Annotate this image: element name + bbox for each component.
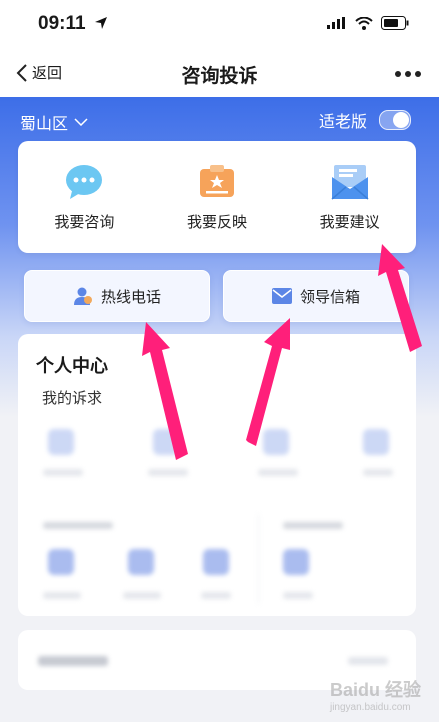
suggest-button[interactable]: 我要建议 bbox=[295, 163, 405, 232]
blurred-text bbox=[258, 469, 298, 476]
report-label: 我要反映 bbox=[186, 213, 247, 231]
my-requests-label: 我的诉求 bbox=[42, 390, 103, 407]
signal-icon bbox=[327, 17, 345, 29]
consult-label: 我要咨询 bbox=[54, 213, 115, 231]
elder-mode-toggle[interactable] bbox=[379, 110, 411, 130]
more-dot-icon bbox=[395, 71, 401, 77]
blurred-text bbox=[283, 522, 343, 529]
blurred-text bbox=[363, 469, 393, 476]
location-arrow-icon bbox=[94, 17, 107, 29]
blurred-icon[interactable] bbox=[283, 549, 309, 575]
elder-mode-label: 适老版 bbox=[318, 114, 367, 131]
blurred-text bbox=[38, 656, 108, 666]
mailbox-button[interactable]: 领导信箱 bbox=[223, 270, 409, 322]
chevron-left-icon bbox=[16, 63, 27, 82]
back-label: 返回 bbox=[32, 65, 63, 82]
suggest-label: 我要建议 bbox=[319, 213, 380, 231]
region-selector[interactable]: 蜀山区 bbox=[20, 110, 88, 134]
blurred-text bbox=[348, 657, 388, 665]
nav-bar: 咨询投诉 返回 bbox=[0, 50, 439, 97]
personal-center-card: 个人中心 我的诉求 bbox=[18, 334, 416, 616]
mail-icon bbox=[271, 288, 292, 304]
service-card: 我要咨询 我要反映 我要建议 bbox=[18, 141, 416, 253]
blurred-text bbox=[43, 469, 83, 476]
blurred-icon[interactable] bbox=[48, 549, 74, 575]
blurred-icon[interactable] bbox=[263, 429, 289, 455]
blurred-icon[interactable] bbox=[128, 549, 154, 575]
report-button[interactable]: 我要反映 bbox=[162, 163, 272, 232]
wifi-icon bbox=[355, 16, 373, 30]
more-dot-icon bbox=[415, 71, 421, 77]
status-time: 09:11 bbox=[38, 13, 108, 35]
personal-center-title: 个人中心 bbox=[36, 356, 108, 376]
mailbox-label: 领导信箱 bbox=[299, 288, 360, 306]
blurred-text bbox=[201, 592, 231, 599]
more-button[interactable] bbox=[395, 71, 421, 77]
elder-mode: 适老版 bbox=[319, 108, 411, 132]
toggle-knob bbox=[393, 112, 409, 128]
blurred-text bbox=[283, 592, 313, 599]
blurred-text bbox=[148, 469, 188, 476]
page-title: 咨询投诉 bbox=[181, 66, 258, 87]
chat-bubble-icon bbox=[66, 164, 103, 199]
blurred-icon[interactable] bbox=[48, 429, 74, 455]
chevron-down-icon bbox=[74, 118, 88, 126]
blurred-icon[interactable] bbox=[203, 549, 229, 575]
blurred-icon[interactable] bbox=[153, 429, 179, 455]
status-bar: 09:11 bbox=[0, 0, 439, 50]
back-button[interactable]: 返回 bbox=[16, 62, 62, 83]
blurred-text bbox=[43, 592, 81, 599]
watermark: Baidu 经验 jingyan.baidu.com bbox=[329, 680, 421, 713]
blurred-text bbox=[123, 592, 161, 599]
region-label: 蜀山区 bbox=[20, 116, 69, 133]
consult-button[interactable]: 我要咨询 bbox=[29, 163, 139, 232]
blurred-icon[interactable] bbox=[363, 429, 389, 455]
hotline-button[interactable]: 热线电话 bbox=[24, 270, 210, 322]
status-icons bbox=[327, 16, 409, 30]
id-card-icon bbox=[199, 164, 234, 197]
battery-icon bbox=[381, 16, 409, 30]
divider bbox=[258, 514, 259, 604]
hotline-label: 热线电话 bbox=[100, 288, 161, 306]
envelope-icon bbox=[331, 164, 369, 200]
blurred-content bbox=[18, 414, 416, 614]
more-dot-icon bbox=[405, 71, 411, 77]
blurred-text bbox=[43, 522, 113, 529]
hotline-person-icon bbox=[73, 287, 92, 305]
